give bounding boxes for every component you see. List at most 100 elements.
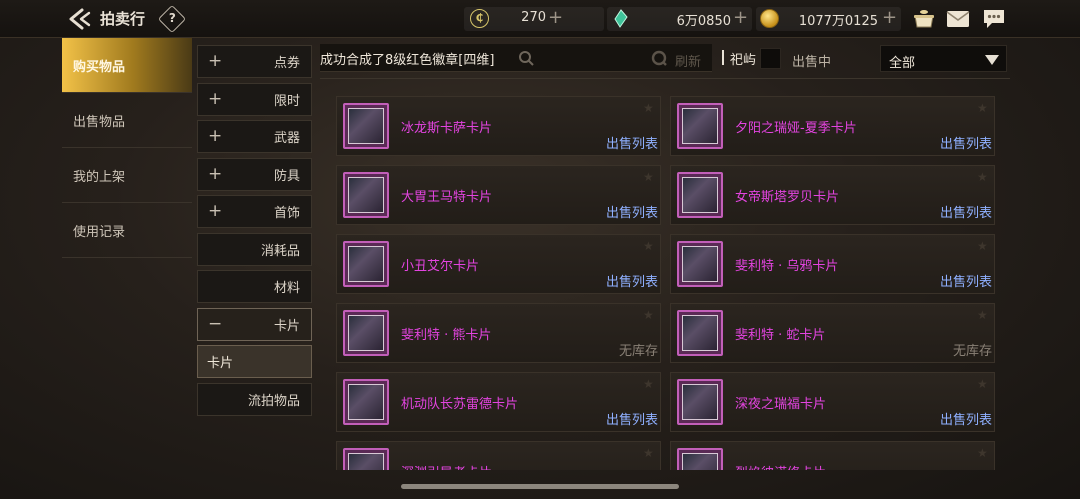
favorite-icon[interactable]: ★: [977, 447, 989, 459]
expand-icon: +: [208, 201, 223, 221]
sale-list-link[interactable]: 出售列表: [606, 409, 658, 428]
expand-icon: +: [208, 88, 223, 109]
item-card[interactable]: ★ 深渊引导者卡片: [336, 441, 661, 470]
card-thumbnail-icon: [677, 103, 723, 149]
item-card[interactable]: ★ 冰龙斯卡萨卡片 出售列表: [336, 96, 661, 156]
favorite-icon[interactable]: ★: [643, 309, 655, 321]
card-thumbnail-icon: [343, 241, 389, 287]
category-card[interactable]: − 卡片: [197, 307, 312, 341]
favorite-icon[interactable]: ★: [643, 378, 655, 390]
sale-list-link[interactable]: 出售列表: [606, 271, 658, 290]
category-label: 卡片: [273, 318, 300, 334]
refresh-button[interactable]: 刷新: [675, 51, 701, 70]
sale-list-link[interactable]: 出售列表: [940, 133, 992, 152]
currency-coupon-value: 270: [521, 10, 546, 25]
sale-list-link[interactable]: 出售列表: [940, 202, 992, 221]
category-list: + 点券 + 限时 + 武器 + 防具 + 首饰 消耗品 材料 − 卡片 卡片 流拍物品: [197, 45, 312, 420]
category-armor[interactable]: + 防具: [197, 157, 312, 191]
card-portrait: [348, 246, 384, 282]
sale-list-link[interactable]: 出售列表: [606, 133, 658, 152]
add-gem-button[interactable]: +: [733, 7, 748, 28]
card-portrait: [682, 384, 718, 420]
sale-list-link[interactable]: 出售列表: [606, 202, 658, 221]
category-label: 限时: [273, 93, 300, 109]
out-of-stock-label: 无库存: [952, 344, 992, 359]
item-card[interactable]: ★ 烈焰彼诺修卡片: [670, 441, 995, 470]
category-limited[interactable]: + 限时: [197, 82, 312, 116]
search-icon[interactable]: [518, 50, 535, 67]
item-card[interactable]: ★ 机动队长苏雷德卡片 出售列表: [336, 372, 661, 432]
card-portrait: [682, 108, 718, 144]
add-gold-button[interactable]: +: [882, 7, 897, 28]
page-title: 拍卖行: [100, 10, 146, 28]
card-portrait: [682, 315, 718, 351]
card-portrait: [348, 453, 384, 470]
back-arrow-icon[interactable]: [68, 8, 92, 30]
currency-gem: 6万0850 +: [607, 0, 752, 38]
help-icon[interactable]: ?: [157, 4, 187, 34]
category-unsold[interactable]: 流拍物品: [197, 382, 312, 416]
item-name: 深夜之瑞福卡片: [735, 397, 827, 412]
category-consumable[interactable]: 消耗品: [197, 232, 312, 266]
sale-list-link[interactable]: 出售列表: [940, 271, 992, 290]
card-thumbnail-icon: [343, 172, 389, 218]
tab-buy-items[interactable]: 购买物品: [62, 38, 192, 93]
item-name: 斐利特 · 蛇卡片: [735, 328, 826, 343]
category-label: 卡片: [207, 356, 234, 371]
green-gem-icon: [614, 9, 628, 28]
item-card[interactable]: ★ 深夜之瑞福卡片出售列表: [670, 372, 995, 432]
item-grid: ★ 冰龙斯卡萨卡片 出售列表 ★ 夕阳之瑞娅-夏季卡片 出售列表 ★ 大胃王马特卡片 出售列表 ★…: [336, 96, 996, 470]
card-portrait: [348, 177, 384, 213]
tab-my-listings[interactable]: 我的上架: [62, 148, 192, 203]
onsale-checkbox[interactable]: [760, 48, 781, 69]
favorite-icon[interactable]: ★: [977, 102, 989, 114]
coin-c-icon: ₵: [470, 9, 489, 28]
mail-icon[interactable]: [946, 10, 970, 28]
refresh-icon[interactable]: [651, 50, 668, 67]
card-thumbnail-icon: [343, 310, 389, 356]
favorite-icon[interactable]: ★: [977, 171, 989, 183]
favorite-icon[interactable]: ★: [643, 102, 655, 114]
item-card[interactable]: ★ 女帝斯塔罗贝卡片 出售列表: [670, 165, 995, 225]
tab-usage-records[interactable]: 使用记录: [62, 203, 192, 258]
favorite-icon[interactable]: ★: [643, 447, 655, 459]
category-accessory[interactable]: + 首饰: [197, 195, 312, 228]
card-thumbnail-icon: [343, 448, 389, 470]
category-coupon[interactable]: + 点券: [197, 45, 312, 78]
item-card[interactable]: ★ 大胃王马特卡片 出售列表: [336, 165, 661, 225]
category-material[interactable]: 材料: [197, 270, 312, 303]
chat-icon[interactable]: [982, 8, 1006, 30]
separator: [722, 50, 724, 65]
favorite-icon[interactable]: ★: [977, 378, 989, 390]
home-indicator[interactable]: [401, 484, 679, 489]
favorite-icon[interactable]: ★: [643, 171, 655, 183]
card-portrait: [348, 384, 384, 420]
item-card[interactable]: ★ 小丑艾尔卡片 出售列表: [336, 234, 661, 294]
subcategory-card[interactable]: 卡片: [197, 345, 312, 378]
item-card[interactable]: ★ 斐利特 · 熊卡片 无库存: [336, 303, 661, 363]
favorite-icon[interactable]: ★: [977, 240, 989, 252]
search-row: 成功合成了8级红色徽章[四维] 刷新 祀屿 出售中 全部: [320, 44, 1010, 74]
sale-list-link[interactable]: 出售列表: [940, 409, 992, 428]
category-label: 武器: [273, 131, 300, 146]
favorite-icon[interactable]: ★: [977, 309, 989, 321]
server-label: 祀屿: [730, 53, 757, 68]
tab-sell-items[interactable]: 出售物品: [62, 93, 192, 148]
onsale-label: 出售中: [792, 55, 832, 70]
pot-icon[interactable]: [912, 8, 936, 30]
add-coupon-button[interactable]: +: [548, 7, 563, 28]
currency-coupon: ₵ 270 +: [464, 0, 604, 38]
category-weapon[interactable]: + 武器: [197, 120, 312, 153]
top-bar: 拍卖行 ? ₵ 270 + 6万0850 + 1077万0125 +: [0, 0, 1080, 38]
item-card[interactable]: ★ 夕阳之瑞娅-夏季卡片 出售列表: [670, 96, 995, 156]
expand-icon: +: [208, 51, 223, 71]
favorite-icon[interactable]: ★: [643, 240, 655, 252]
filter-dropdown[interactable]: 全部: [880, 45, 1007, 72]
item-card[interactable]: ★ 斐利特 · 乌鸦卡片 出售列表: [670, 234, 995, 294]
item-card[interactable]: ★ 斐利特 · 蛇卡片无库存: [670, 303, 995, 363]
currency-gold-value: 1077万0125: [798, 14, 878, 29]
card-thumbnail-icon: [343, 103, 389, 149]
currency-gem-value: 6万0850: [676, 14, 731, 29]
category-label: 点券: [273, 56, 300, 71]
gold-coin-icon: [760, 9, 779, 28]
